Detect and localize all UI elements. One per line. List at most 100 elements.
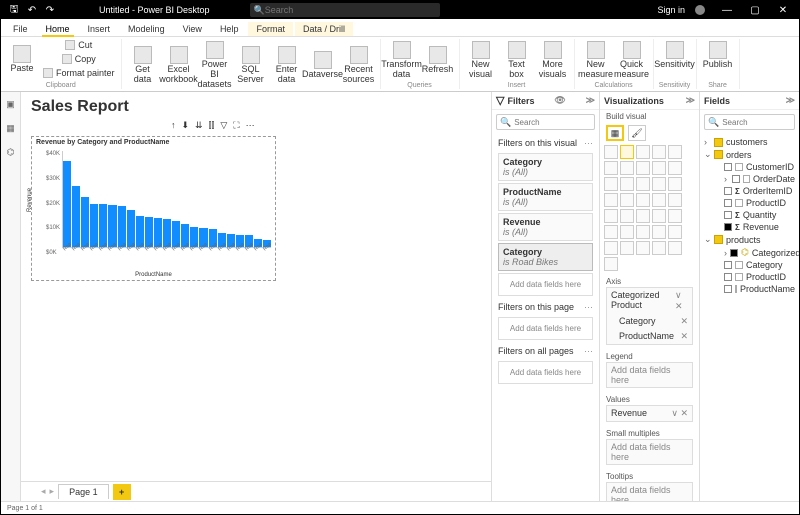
checkbox[interactable]	[724, 273, 732, 281]
axis-well[interactable]: Categorized Product∨ ✕ Category✕ Product…	[606, 287, 693, 345]
refresh-button[interactable]: Refresh	[421, 39, 455, 82]
viz-type-icon[interactable]	[604, 225, 618, 239]
maximize-icon[interactable]: ▢	[743, 5, 767, 16]
paste-button[interactable]: Paste	[5, 39, 39, 80]
field-ProductName[interactable]: ProductName	[704, 283, 795, 295]
transformdata-button[interactable]: Transformdata	[385, 39, 419, 82]
chevron-down-icon[interactable]: ∨ ✕	[675, 290, 688, 312]
format-painter-button[interactable]: Format painter	[41, 67, 117, 80]
getdata-button[interactable]: Getdata	[126, 39, 160, 92]
morevisuals-button[interactable]: Morevisuals	[536, 39, 570, 82]
more-icon[interactable]: ⋯	[584, 138, 593, 149]
close-icon[interactable]: ✕	[771, 5, 795, 16]
viz-type-icon[interactable]	[668, 193, 682, 207]
table-products[interactable]: ⌄products	[704, 233, 795, 246]
table-customers[interactable]: ›customers	[704, 136, 795, 148]
field-Revenue[interactable]: ΣRevenue	[704, 221, 795, 233]
global-search-input[interactable]	[265, 5, 436, 15]
viz-type-icon[interactable]	[652, 241, 666, 255]
viz-type-icon[interactable]	[652, 161, 666, 175]
viz-type-icon[interactable]	[620, 177, 634, 191]
sensitivity-button[interactable]: Sensitivity	[658, 39, 692, 72]
viz-type-icon[interactable]	[652, 225, 666, 239]
minimize-icon[interactable]: —	[715, 5, 739, 16]
viz-type-icon[interactable]	[620, 241, 634, 255]
newvisual-button[interactable]: Newvisual	[464, 39, 498, 82]
viz-type-icon[interactable]	[652, 145, 666, 159]
viz-type-icon[interactable]	[620, 161, 634, 175]
field-ProductID[interactable]: ProductID	[704, 271, 795, 283]
field-CustomerID[interactable]: CustomerID	[704, 161, 795, 173]
field-ProductID[interactable]: ProductID	[704, 197, 795, 209]
field-Category[interactable]: Category	[704, 259, 795, 271]
signin-link[interactable]: Sign in	[657, 5, 685, 15]
collapse-icon[interactable]: ≫	[686, 95, 695, 106]
fields-search-input[interactable]	[722, 118, 791, 127]
viz-type-icon[interactable]	[668, 225, 682, 239]
menu-view[interactable]: View	[175, 22, 210, 36]
remove-icon[interactable]: ✕	[680, 331, 688, 342]
viz-type-icon[interactable]	[604, 177, 618, 191]
global-search[interactable]: 🔍	[250, 3, 440, 17]
more-icon[interactable]: ⋯	[246, 120, 255, 131]
excelworkbook-button[interactable]: Excelworkbook	[162, 39, 196, 92]
filter-card[interactable]: ProductNameis (All)	[498, 183, 593, 211]
bar[interactable]	[72, 186, 80, 247]
filters-search[interactable]: 🔍	[496, 114, 595, 130]
cut-button[interactable]: Cut	[41, 39, 117, 52]
recentsources-button[interactable]: Recentsources	[342, 39, 376, 92]
dataverse-button[interactable]: Dataverse	[306, 39, 340, 92]
menu-help[interactable]: Help	[212, 22, 247, 36]
viz-type-icon[interactable]	[652, 177, 666, 191]
quickmeasure-button[interactable]: Quickmeasure	[615, 39, 649, 82]
bar[interactable]	[118, 206, 126, 247]
next-level-icon[interactable]: ⫿⫿	[209, 120, 215, 131]
redo-icon[interactable]: ↷	[41, 5, 59, 16]
add-field-well[interactable]: Add data fields here	[498, 273, 593, 296]
filter-card[interactable]: Categoryis Road Bikes	[498, 243, 593, 271]
remove-icon[interactable]: ✕	[680, 316, 688, 327]
textbox-button[interactable]: Textbox	[500, 39, 534, 82]
field-OrderItemID[interactable]: ΣOrderItemID	[704, 185, 795, 197]
viz-type-icon[interactable]	[668, 145, 682, 159]
viz-type-icon[interactable]	[604, 145, 618, 159]
filter-icon[interactable]: ▽	[220, 120, 227, 131]
legend-well[interactable]: Add data fields here	[606, 362, 693, 388]
viz-type-icon[interactable]	[620, 209, 634, 223]
viz-type-icon[interactable]	[636, 209, 650, 223]
viz-type-icon[interactable]	[636, 161, 650, 175]
add-field-well[interactable]: Add data fields here	[498, 361, 593, 384]
fields-search[interactable]: 🔍	[704, 114, 795, 130]
drill-up-icon[interactable]: ↑	[171, 120, 176, 131]
data-view-icon[interactable]: ▦	[1, 116, 20, 140]
page-tab[interactable]: Page 1	[58, 484, 109, 499]
bar-chart-visual[interactable]: Revenue by Category and ProductName Reve…	[31, 136, 276, 281]
menu-insert[interactable]: Insert	[80, 22, 119, 36]
bar[interactable]	[63, 161, 71, 247]
field-OrderDate[interactable]: ›OrderDate	[704, 173, 795, 185]
filter-card[interactable]: Revenueis (All)	[498, 213, 593, 241]
powerbidatasets-button[interactable]: PowerBI datasets	[198, 39, 232, 92]
viz-type-icon[interactable]	[604, 161, 618, 175]
avatar[interactable]	[695, 5, 705, 15]
checkbox[interactable]	[732, 175, 740, 183]
drill-down-icon[interactable]: ⬇	[182, 120, 190, 131]
bar[interactable]	[99, 204, 107, 247]
model-view-icon[interactable]: ⌬	[1, 140, 20, 164]
expand-icon[interactable]: ⇊	[195, 120, 203, 131]
collapse-icon[interactable]: ≫	[786, 95, 795, 106]
prev-page-icon[interactable]: ◂	[41, 486, 46, 497]
filters-search-input[interactable]	[514, 118, 591, 127]
focus-icon[interactable]: ⛶	[233, 120, 239, 131]
checkbox[interactable]	[724, 187, 732, 195]
collapse-icon[interactable]: ≫	[586, 95, 595, 106]
undo-icon[interactable]: ↶	[23, 5, 41, 16]
table-orders[interactable]: ⌄orders	[704, 148, 795, 161]
viz-type-icon[interactable]	[652, 209, 666, 223]
viz-type-icon[interactable]	[604, 241, 618, 255]
bar[interactable]	[90, 204, 98, 247]
checkbox[interactable]	[724, 211, 732, 219]
viz-type-icon[interactable]	[620, 193, 634, 207]
sqlserver-button[interactable]: SQLServer	[234, 39, 268, 92]
format-tab-icon[interactable]: 🖌	[628, 125, 646, 141]
